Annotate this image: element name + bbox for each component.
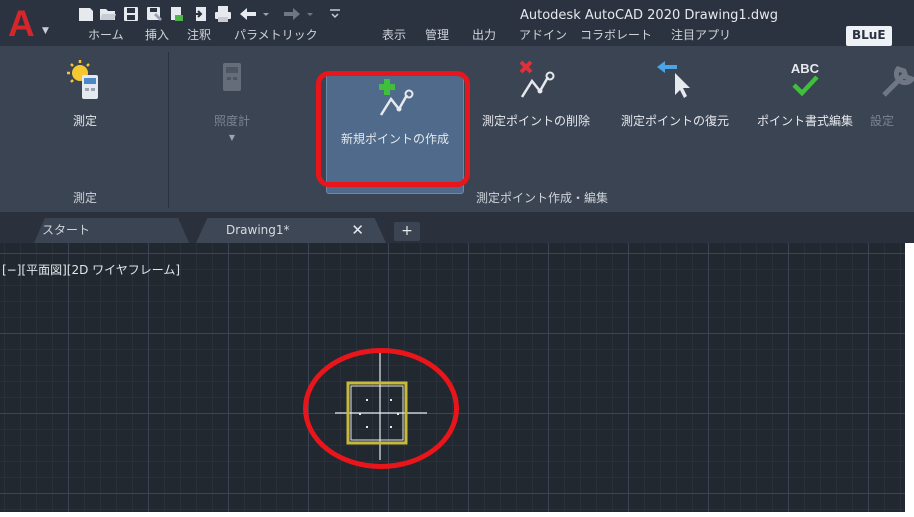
point-format-label: ポイント書式編集 xyxy=(756,114,853,128)
new-icon[interactable] xyxy=(77,5,95,25)
open-icon[interactable] xyxy=(99,5,117,25)
measure-button[interactable]: 測定 xyxy=(40,51,130,171)
redo-icon[interactable] xyxy=(282,5,322,25)
chevron-down-icon: ▼ xyxy=(228,133,236,142)
customize-icon[interactable] xyxy=(326,5,344,25)
settings-button[interactable]: 設定 xyxy=(866,51,914,171)
restore-point-icon xyxy=(657,61,690,98)
file-tab-label: Drawing1* xyxy=(226,223,290,237)
autocad-logo-icon: A xyxy=(8,3,35,44)
application-menu-button[interactable]: A ▼ xyxy=(8,4,54,44)
tab-featured-apps[interactable]: 注目アプリ xyxy=(671,26,731,46)
illuminance-meter-label: 照度計 xyxy=(213,114,250,128)
viewport-controls[interactable]: [−][平面図][2D ワイヤフレーム] xyxy=(2,261,180,278)
title-bar: A ▼ Autodesk AutoCAD 2020 Drawing1.dwg ホ… xyxy=(0,0,914,46)
point-format-button[interactable]: ABC ポイント書式編集 xyxy=(743,51,867,171)
settings-label: 設定 xyxy=(870,114,895,128)
measure-button-label: 測定 xyxy=(72,114,97,128)
screenshot-edge xyxy=(0,512,914,517)
panel-title-measure: 測定 xyxy=(72,191,97,205)
plot-icon[interactable] xyxy=(214,5,232,25)
svg-text:ABC: ABC xyxy=(791,61,820,76)
restore-point-button[interactable]: 測定ポイントの復元 xyxy=(607,51,743,171)
file-tab-drawing1[interactable]: Drawing1* ✕ xyxy=(196,218,386,243)
window-title: Autodesk AutoCAD 2020 Drawing1.dwg xyxy=(520,8,778,23)
tab-insert[interactable]: 挿入 xyxy=(145,26,169,46)
tab-collaborate[interactable]: コラボレート xyxy=(580,26,652,46)
tab-home[interactable]: ホーム xyxy=(88,26,124,46)
tab-output[interactable]: 出力 xyxy=(472,26,496,46)
panel-divider xyxy=(168,52,169,208)
new-tab-button[interactable]: + xyxy=(394,222,420,241)
illuminance-meter-icon xyxy=(223,63,241,91)
panel-title-points: 測定ポイント作成・編集 xyxy=(475,191,608,205)
wrench-icon xyxy=(882,66,914,97)
tab-annotate[interactable]: 注釈 xyxy=(187,26,211,46)
drawing-canvas[interactable]: [−][平面図][2D ワイヤフレーム] xyxy=(0,243,914,517)
tab-view[interactable]: 表示 xyxy=(382,26,406,46)
tab-addins[interactable]: アドイン xyxy=(519,26,567,46)
undo-icon[interactable] xyxy=(238,5,278,25)
save-icon[interactable] xyxy=(122,5,140,25)
tab-parametric[interactable]: パラメトリック xyxy=(234,26,318,46)
illuminance-meter-button[interactable]: 照度計 ▼ xyxy=(192,51,272,171)
measure-icon xyxy=(67,60,98,99)
highlight-annotation-circle xyxy=(303,348,459,469)
import-icon[interactable] xyxy=(192,5,210,25)
screenshot-edge xyxy=(905,243,914,517)
restore-point-label: 測定ポイントの復元 xyxy=(620,114,729,128)
chevron-down-icon: ▼ xyxy=(42,26,49,36)
delete-point-icon xyxy=(519,60,555,98)
saveas-icon[interactable] xyxy=(145,5,163,25)
close-icon[interactable]: ✕ xyxy=(351,218,364,242)
file-tab-bar: スタート Drawing1* ✕ + xyxy=(0,212,914,243)
point-format-icon: ABC xyxy=(791,61,820,97)
file-tab-start[interactable]: スタート xyxy=(34,218,189,243)
delete-point-button[interactable]: 測定ポイントの削除 xyxy=(472,51,600,171)
delete-point-label: 測定ポイントの削除 xyxy=(481,114,590,128)
tab-blue[interactable]: BLuE xyxy=(846,26,892,46)
highlight-annotation-box xyxy=(316,71,470,187)
tab-manage[interactable]: 管理 xyxy=(425,26,449,46)
web-icon[interactable] xyxy=(168,5,186,25)
